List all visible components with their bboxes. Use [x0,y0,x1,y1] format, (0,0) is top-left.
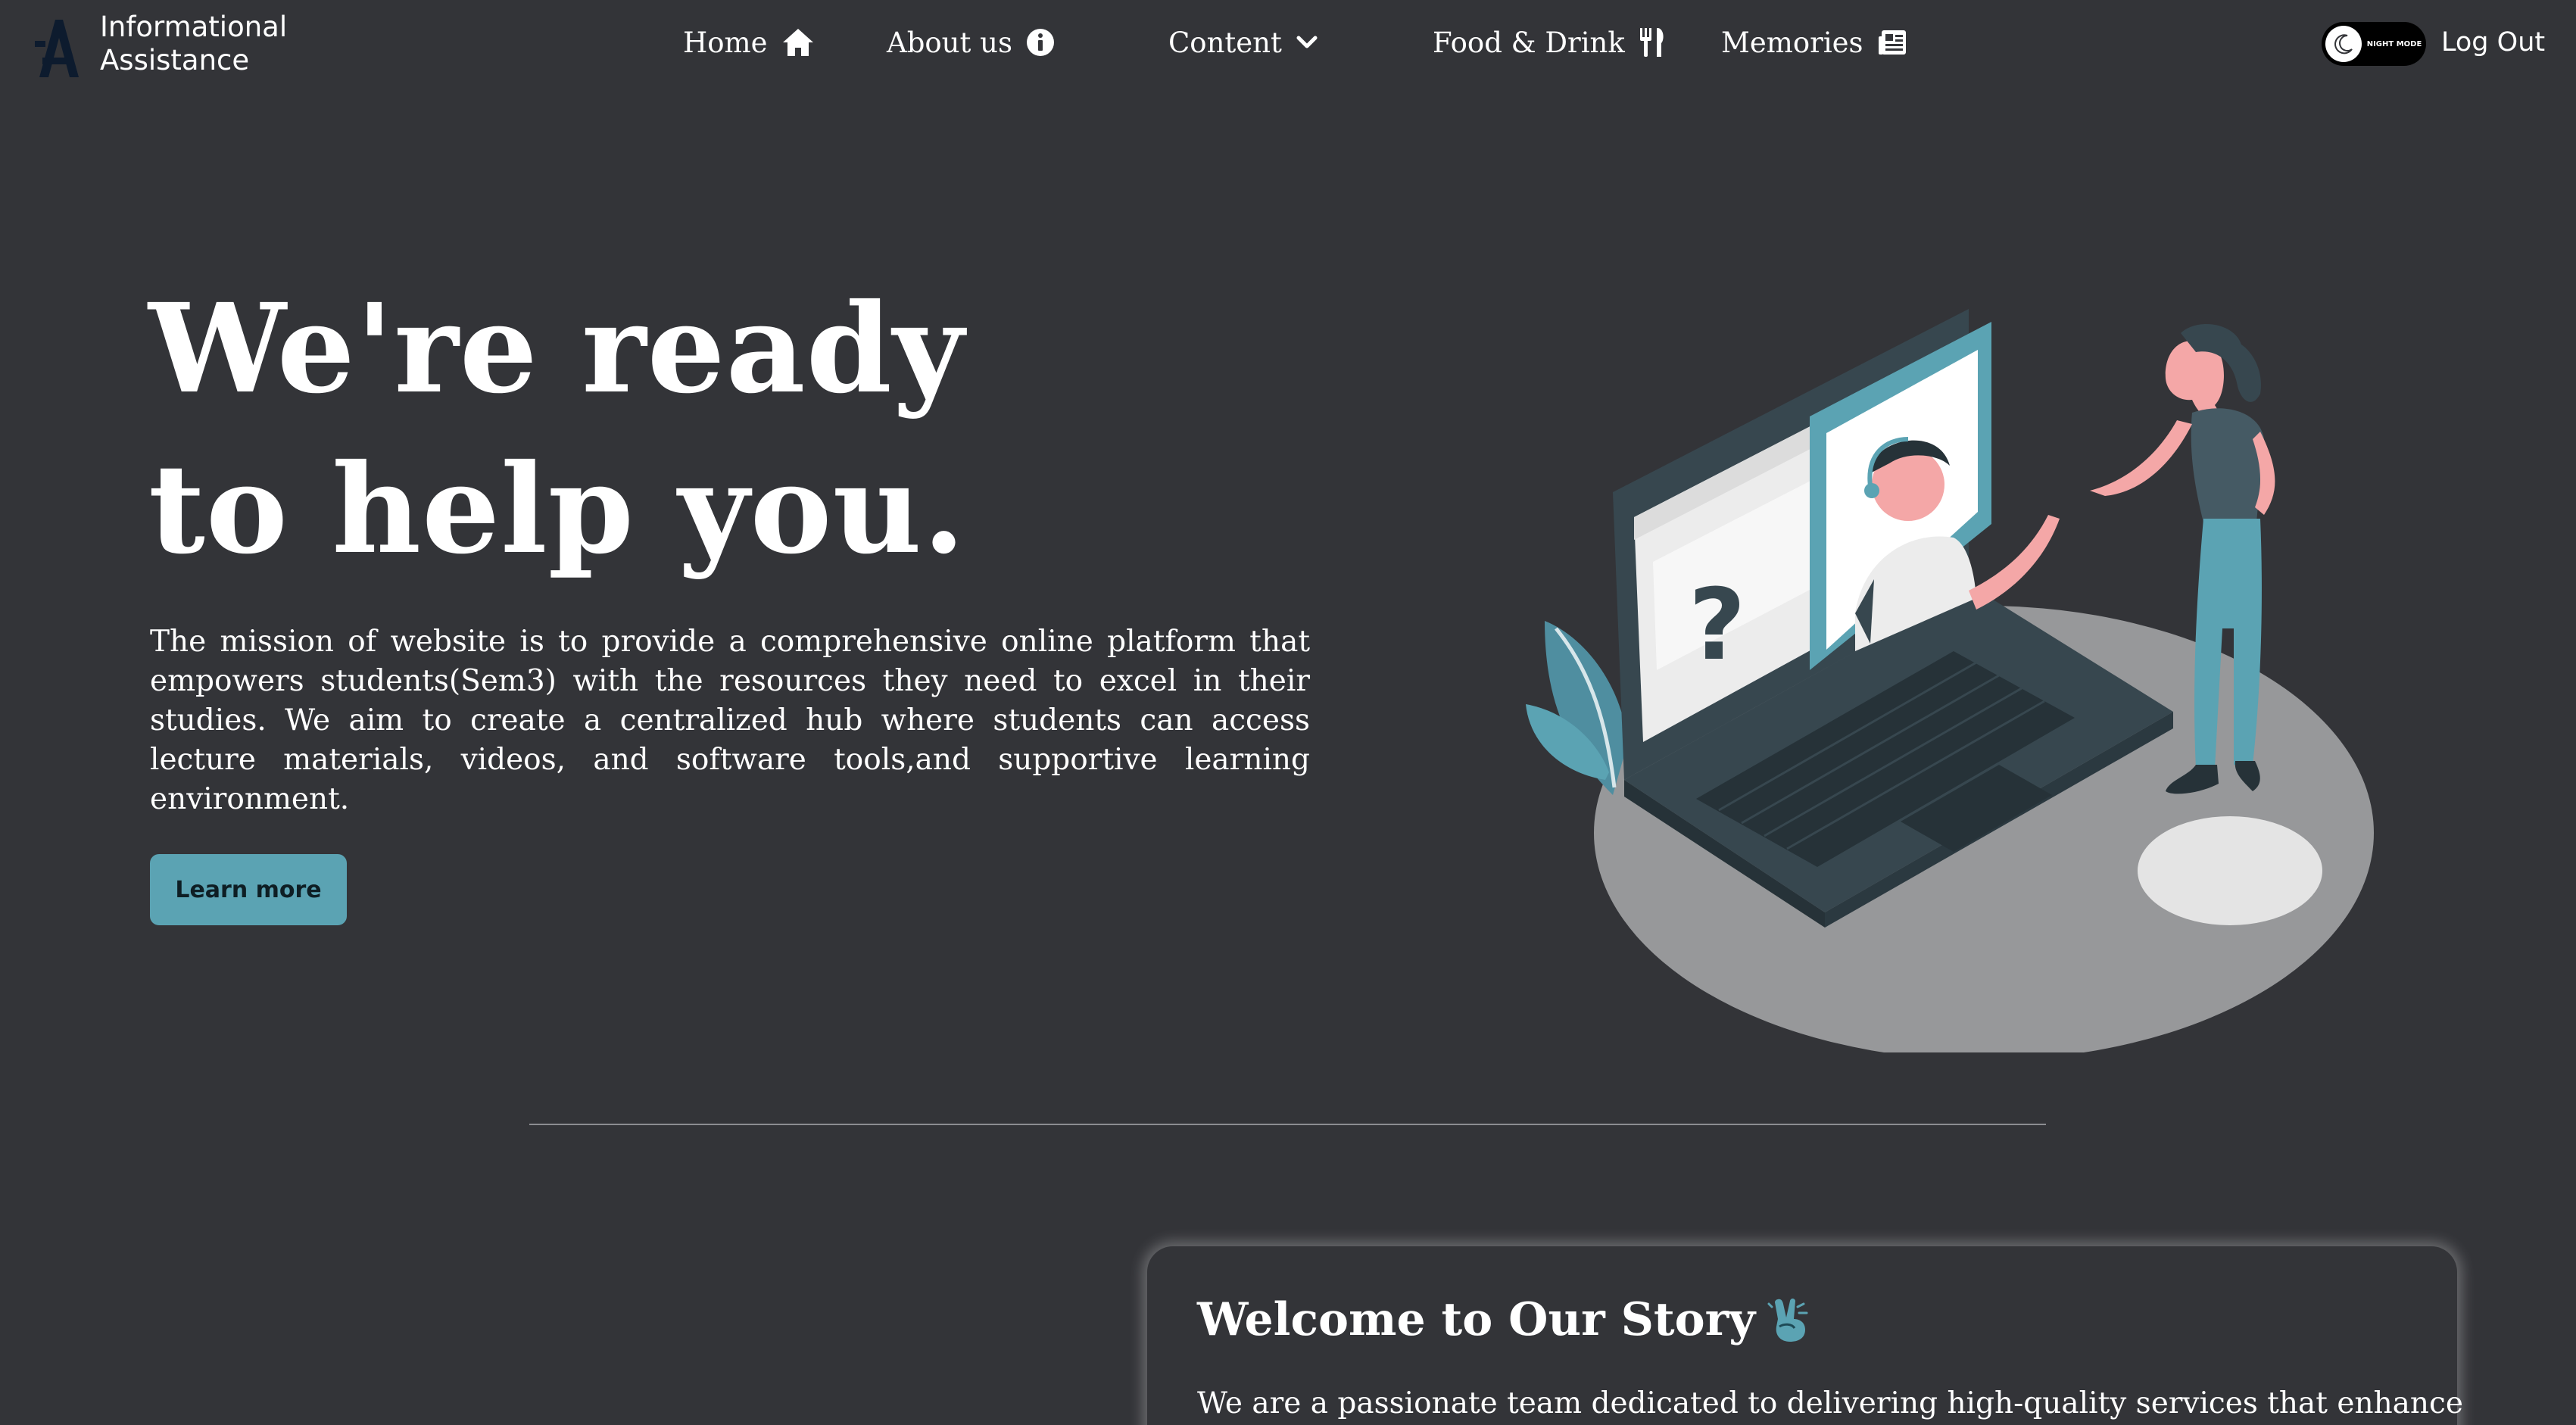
nav-content-label: Content [1168,26,1282,59]
chevron-down-icon [1296,36,1318,48]
house-icon [782,29,813,56]
support-illustration: ? [1526,309,2374,1052]
hero-title-line-2: to help you. [148,438,966,582]
nav-about[interactable]: About us [887,23,1055,62]
nav-memories[interactable]: Memories [1721,23,1907,62]
toggle-knob [2325,26,2362,62]
newspaper-icon [1878,30,1906,55]
learn-more-button[interactable]: Learn more [150,854,347,925]
info-circle-icon [1026,29,1054,56]
illustration-question-mark: ? [1689,567,1745,682]
moon-icon [2334,34,2353,55]
nav-memories-label: Memories [1721,26,1863,59]
victory-hand-icon [1767,1299,1808,1342]
brand[interactable]: Informational Assistance [35,11,287,79]
story-card: Welcome to Our Story We are a passionate… [1147,1246,2463,1425]
story-title: Welcome to Our Story [1197,1293,1813,1346]
story-title-text: Welcome to Our Story [1197,1293,1756,1346]
nav-home-label: Home [683,26,768,59]
nav-content[interactable]: Content [1168,23,1318,62]
night-mode-label: NIGHT MODE [2366,39,2422,48]
section-divider [529,1124,2046,1125]
navbar: Informational Assistance Home About us C… [0,0,2576,87]
hero-title-line-1: We're ready [148,277,965,421]
page: Informational Assistance Home About us C… [0,0,2576,1425]
nav-food-drink[interactable]: Food & Drink [1433,23,1666,62]
nav-food-drink-label: Food & Drink [1433,26,1625,59]
logout-link[interactable]: Log Out [2441,23,2545,62]
brand-name: Informational Assistance [100,11,288,76]
logo-a-icon [35,20,79,77]
fork-knife-icon [1639,28,1664,57]
hero-description: The mission of website is to provide a c… [150,625,1310,816]
night-mode-toggle[interactable]: NIGHT MODE [2322,22,2426,66]
nav-about-label: About us [887,26,1012,59]
story-body: We are a passionate team dedicated to de… [1197,1386,2463,1420]
nav-home[interactable]: Home [683,23,815,62]
hero-title: We're ready to help you. [148,269,1133,590]
